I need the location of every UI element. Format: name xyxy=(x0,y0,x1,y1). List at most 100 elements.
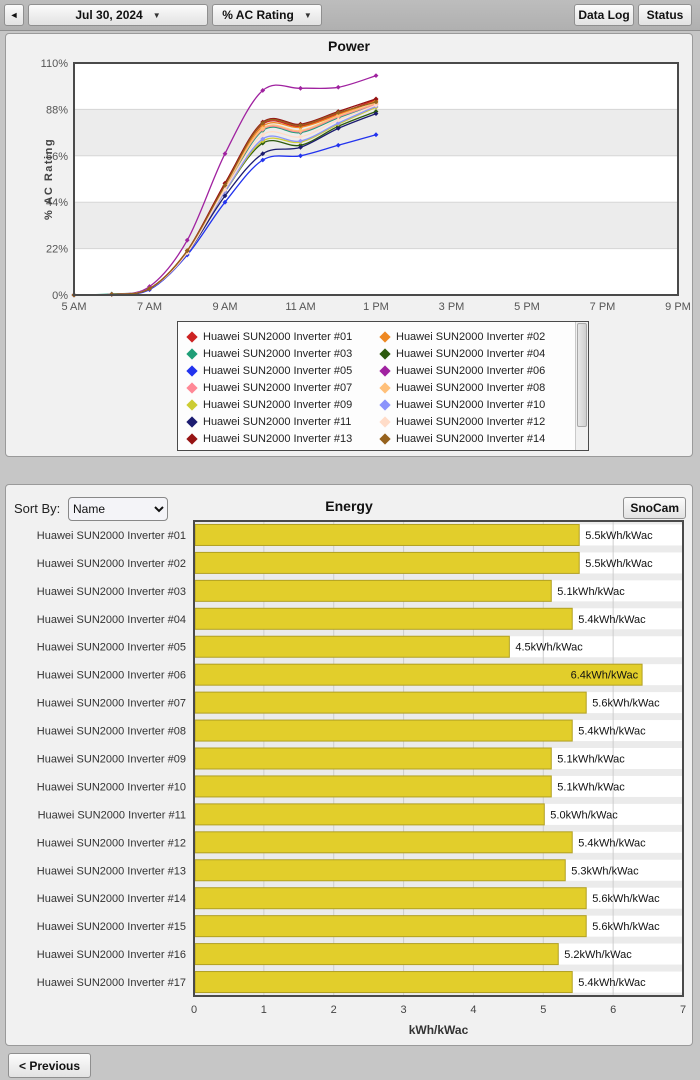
legend-marker-icon xyxy=(186,381,198,394)
legend-scrollbar[interactable] xyxy=(575,322,588,450)
x-tick-label: 6 xyxy=(610,1004,616,1016)
energy-bar xyxy=(194,775,552,798)
energy-bar xyxy=(194,971,573,994)
category-label: Huawei SUN2000 Inverter #16 xyxy=(37,949,186,961)
legend-marker-icon xyxy=(379,347,391,360)
value-label: 5.6kWh/kWac xyxy=(592,698,660,710)
previous-button[interactable]: < Previous xyxy=(8,1053,92,1078)
category-label: Huawei SUN2000 Inverter #06 xyxy=(37,670,186,682)
category-label: Huawei SUN2000 Inverter #03 xyxy=(37,586,186,598)
value-label: 5.1kWh/kWac xyxy=(557,754,625,766)
energy-bar-chart: 0 1 2 3 4 5 6 7 Huawei SUN2000 Inverter #01 5.5kW… xyxy=(37,520,686,1037)
legend-label: Huawei SUN2000 Inverter #02 xyxy=(396,330,546,343)
legend-label: Huawei SUN2000 Inverter #03 xyxy=(203,347,353,360)
category-label: Huawei SUN2000 Inverter #05 xyxy=(37,642,186,654)
x-tick-label: 4 xyxy=(470,1004,476,1016)
energy-bar xyxy=(194,579,552,602)
value-label: 5.5kWh/kWac xyxy=(585,558,653,570)
value-label: 5.6kWh/kWac xyxy=(592,921,660,933)
x-tick-label: 5 xyxy=(540,1004,546,1016)
y-tick-label: 110% xyxy=(41,58,69,70)
legend-marker-icon xyxy=(379,432,391,445)
legend-item: Huawei SUN2000 Inverter #07 xyxy=(186,382,379,394)
legend-item: Huawei SUN2000 Inverter #04 xyxy=(379,348,572,360)
power-line-chart: 0%22%44%66%88%110%5 AM 7 AM 9 AM 11 AM 1 PM 3… xyxy=(41,58,691,312)
status-button[interactable]: Status xyxy=(638,4,692,26)
chevron-down-icon: ▼ xyxy=(152,10,161,20)
legend-marker-icon xyxy=(186,415,198,428)
legend-marker-icon xyxy=(186,330,198,343)
x-tick-label: 1 PM xyxy=(363,301,389,312)
legend-marker-icon xyxy=(379,381,391,394)
value-label: 5.5kWh/kWac xyxy=(585,530,653,542)
x-tick-label: 11 AM xyxy=(285,301,315,312)
energy-bar xyxy=(194,943,559,966)
x-tick-label: 5 AM xyxy=(61,301,86,312)
category-label: Huawei SUN2000 Inverter #12 xyxy=(37,837,186,849)
energy-bar xyxy=(194,551,580,574)
energy-bar xyxy=(194,887,587,910)
legend-item: Huawei SUN2000 Inverter #08 xyxy=(379,382,572,394)
value-label: 5.4kWh/kWac xyxy=(578,977,646,989)
legend-marker-icon xyxy=(379,415,391,428)
legend-label: Huawei SUN2000 Inverter #09 xyxy=(203,398,353,411)
category-label: Huawei SUN2000 Inverter #17 xyxy=(37,977,186,989)
category-label: Huawei SUN2000 Inverter #14 xyxy=(37,893,186,905)
date-dropdown[interactable]: Jul 30, 2024 ▼ xyxy=(28,4,208,26)
value-label: 5.1kWh/kWac xyxy=(557,781,625,793)
energy-bar xyxy=(194,859,566,882)
legend-label: Huawei SUN2000 Inverter #07 xyxy=(203,381,353,394)
x-tick-label: 9 AM xyxy=(212,301,237,312)
legend-scrollbar-thumb[interactable] xyxy=(577,323,587,427)
value-label: 4.5kWh/kWac xyxy=(515,642,583,654)
metric-dropdown[interactable]: % AC Rating ▼ xyxy=(212,4,322,26)
x-tick-label: 0 xyxy=(191,1004,197,1016)
energy-bar xyxy=(194,831,573,854)
legend-item: Huawei SUN2000 Inverter #13 xyxy=(186,433,379,445)
legend-label: Huawei SUN2000 Inverter #10 xyxy=(396,398,546,411)
category-label: Huawei SUN2000 Inverter #01 xyxy=(37,530,186,542)
category-label: Huawei SUN2000 Inverter #08 xyxy=(37,726,186,738)
x-tick-label: 3 xyxy=(401,1004,407,1016)
legend-label: Huawei SUN2000 Inverter #08 xyxy=(396,381,546,394)
data-log-button[interactable]: Data Log xyxy=(574,4,634,26)
back-button[interactable]: ◄ xyxy=(4,4,24,26)
legend-label: Huawei SUN2000 Inverter #14 xyxy=(396,432,546,445)
legend-item: Huawei SUN2000 Inverter #05 xyxy=(186,365,379,377)
legend-item: Huawei SUN2000 Inverter #12 xyxy=(379,416,572,428)
legend-label: Huawei SUN2000 Inverter #13 xyxy=(203,432,353,445)
legend-marker-icon xyxy=(186,398,198,411)
value-label: 5.3kWh/kWac xyxy=(571,865,639,877)
value-label: 5.1kWh/kWac xyxy=(557,586,625,598)
value-label: 5.4kWh/kWac xyxy=(578,726,646,738)
y-tick-label: 88% xyxy=(46,104,68,116)
category-label: Huawei SUN2000 Inverter #02 xyxy=(37,558,186,570)
legend-marker-icon xyxy=(186,432,198,445)
x-tick-label: 7 xyxy=(680,1004,686,1016)
back-arrow-icon: ◄ xyxy=(9,10,19,20)
category-label: Huawei SUN2000 Inverter #09 xyxy=(37,754,186,766)
category-label: Huawei SUN2000 Inverter #15 xyxy=(37,921,186,933)
legend-marker-icon xyxy=(186,364,198,377)
legend-marker-icon xyxy=(379,330,391,343)
legend-grid: Huawei SUN2000 Inverter #01 Huawei SUN200… xyxy=(186,328,572,446)
x-axis-title: kWh/kWac xyxy=(409,1023,469,1037)
value-label: 6.4kWh/kWac xyxy=(571,670,639,682)
energy-bar xyxy=(194,691,587,714)
legend-item: Huawei SUN2000 Inverter #02 xyxy=(379,331,572,343)
x-tick-label: 5 PM xyxy=(514,301,540,312)
legend-label: Huawei SUN2000 Inverter #11 xyxy=(203,415,352,428)
energy-bar xyxy=(194,635,510,658)
power-panel: Power 0% 22% 44% 66% 88% 110% 5 AM 7 AM 9 AM 11 A… xyxy=(5,33,693,457)
legend-marker-icon xyxy=(379,398,391,411)
category-label: Huawei SUN2000 Inverter #13 xyxy=(37,865,186,877)
energy-bar xyxy=(194,915,587,938)
y-axis-title: % AC Rating xyxy=(43,138,55,220)
legend-item: Huawei SUN2000 Inverter #06 xyxy=(379,365,572,377)
value-label: 5.6kWh/kWac xyxy=(592,893,660,905)
x-tick-label: 9 PM xyxy=(665,301,691,312)
value-label: 5.4kWh/kWac xyxy=(578,614,646,626)
date-label: Jul 30, 2024 xyxy=(75,8,143,22)
legend-label: Huawei SUN2000 Inverter #06 xyxy=(396,364,546,377)
chevron-down-icon: ▼ xyxy=(303,10,312,20)
